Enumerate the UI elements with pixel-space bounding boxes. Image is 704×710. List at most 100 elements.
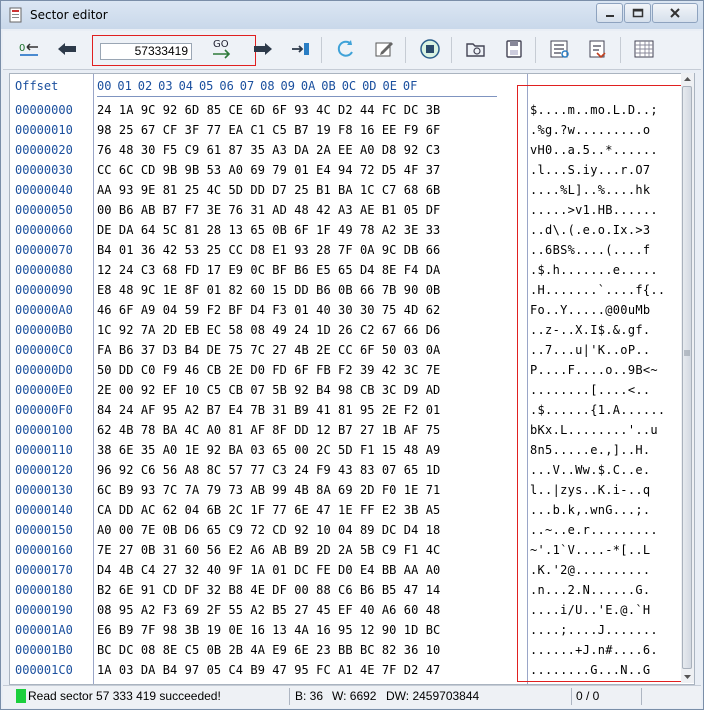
column-header: 0A [300, 79, 316, 93]
scroll-down-button[interactable] [681, 671, 694, 683]
column-header: 0B [321, 79, 336, 93]
column-header: 0C [341, 79, 357, 93]
row-hex-bytes: 98 25 67 CF 3F 77 EA C1 C5 B7 19 F8 16 E… [97, 123, 441, 137]
maximize-icon [632, 8, 643, 18]
status-indicator [16, 689, 26, 703]
folder-open-icon [466, 43, 485, 57]
save-icon [506, 40, 522, 58]
row-offset: 000000F0 [15, 403, 73, 417]
search-document-icon [589, 40, 606, 59]
grid-view-button[interactable] [630, 35, 658, 63]
previous-sector-button[interactable] [53, 35, 81, 63]
search-button[interactable] [585, 35, 613, 63]
stop-button[interactable] [416, 35, 444, 63]
goto-sector-group: 57333419 GO [92, 35, 256, 66]
row-offset: 00000120 [15, 463, 73, 477]
title-bar[interactable]: Sector editor [1, 1, 703, 29]
header-underline [97, 96, 497, 97]
scroll-thumb[interactable] [682, 86, 692, 669]
last-sector-button[interactable] [287, 35, 315, 63]
chevron-down-icon [684, 675, 691, 679]
row-hex-bytes: AA 93 9E 81 25 4C 5D DD D7 25 B1 BA 1C C… [97, 183, 441, 197]
row-offset: 000001C0 [15, 663, 73, 677]
open-file-button[interactable] [462, 35, 490, 63]
status-byte-value: B: 36 [295, 689, 324, 703]
row-offset: 00000090 [15, 283, 73, 297]
goto-offset-button[interactable]: 0 [15, 35, 43, 63]
column-header: 05 [198, 79, 214, 93]
row-hex-bytes: 6C B9 93 7C 7A 79 73 AB 99 4B 8A 69 2D F… [97, 483, 441, 497]
column-header: 0D [362, 79, 377, 93]
svg-text:0: 0 [19, 43, 25, 54]
row-offset: 00000030 [15, 163, 73, 177]
row-offset: 00000170 [15, 563, 73, 577]
offset-header: Offset [15, 79, 59, 93]
row-offset: 000000E0 [15, 383, 73, 397]
row-offset: 00000010 [15, 123, 73, 137]
status-dword-value: DW: 2459703844 [386, 689, 480, 703]
row-hex-bytes: DE DA 64 5C 81 28 13 65 0B 6F 1F 49 78 A… [97, 223, 441, 237]
row-hex-bytes: 00 B6 AB B7 F7 3E 76 31 AD 48 42 A3 AE B… [97, 203, 441, 217]
row-hex-bytes: B4 01 36 42 53 25 CC D8 E1 93 28 7F 0A 9… [97, 243, 441, 257]
maximize-button[interactable] [624, 3, 651, 23]
close-button[interactable] [652, 3, 698, 23]
row-hex-bytes: B2 6E 91 CD DF 32 B8 4E DF 00 88 C6 B6 B… [97, 583, 441, 597]
row-offset: 000000B0 [15, 323, 73, 337]
minimize-button[interactable] [596, 3, 623, 23]
sector-info-button[interactable] [546, 35, 574, 63]
go-button[interactable]: GO [211, 39, 235, 63]
row-hex-bytes: 76 48 30 F5 C9 61 87 35 A3 DA 2A EE A0 D… [97, 143, 441, 157]
row-offset: 00000180 [15, 583, 73, 597]
sector-number-input[interactable]: 57333419 [100, 43, 192, 60]
next-sector-button[interactable] [249, 35, 277, 63]
row-offset: 00000020 [15, 143, 73, 157]
row-hex-bytes: 7E 27 0B 31 60 56 E2 A6 AB B9 2D 2A 5B C… [97, 543, 441, 557]
column-header-row: 00 01 02 03 04 05 06 07 08 09 0A 0B 0C 0D 0E 0F [97, 79, 423, 93]
column-header: 06 [219, 79, 234, 93]
edit-sector-button[interactable] [370, 35, 398, 63]
edit-icon [375, 42, 393, 57]
stop-icon [420, 39, 440, 59]
column-header: 03 [158, 79, 173, 93]
row-offset: 00000050 [15, 203, 73, 217]
window-title: Sector editor [30, 8, 108, 22]
row-offset: 00000000 [15, 103, 73, 117]
refresh-button[interactable] [332, 35, 360, 63]
scroll-up-button[interactable] [681, 73, 694, 85]
column-header: 09 [280, 79, 295, 93]
row-offset: 00000140 [15, 503, 73, 517]
row-offset: 00000130 [15, 483, 73, 497]
skip-to-end-icon [292, 43, 309, 55]
grip-icon [684, 350, 690, 356]
row-hex-bytes: 84 24 AF 95 A2 B7 E4 7B 31 B9 41 81 95 2… [97, 403, 441, 417]
save-button[interactable] [500, 35, 528, 63]
close-icon [670, 8, 680, 18]
chevron-up-icon [684, 77, 691, 81]
sector-editor-app-icon [9, 7, 22, 23]
toolbar: 0 57333419 GO [3, 31, 701, 70]
row-offset: 000000A0 [15, 303, 73, 317]
row-hex-bytes: 62 4B 78 BA 4C A0 81 AF 8F DD 12 B7 27 1… [97, 423, 441, 437]
sector-editor-window: Sector editor 0 57333419 GO Offset 00 01… [0, 0, 704, 710]
row-hex-bytes: 46 6F A9 04 59 F2 BF D4 F3 01 40 30 30 7… [97, 303, 441, 317]
status-position: 0 / 0 [576, 689, 600, 703]
minimize-icon [605, 15, 614, 17]
goto-offset-icon: 0 [19, 43, 38, 56]
row-offset: 000000C0 [15, 343, 73, 357]
row-offset: 00000110 [15, 443, 73, 457]
row-hex-bytes: 1C 92 7A 2D EB EC 58 08 49 24 1D 26 C2 6… [97, 323, 441, 337]
column-header: 07 [239, 79, 255, 93]
vertical-scrollbar[interactable] [681, 73, 694, 683]
hex-view[interactable]: Offset 00 01 02 03 04 05 06 07 08 09 0A 0B 0C 0D 0E 0F … [9, 73, 695, 685]
row-hex-bytes: 24 1A 9C 92 6D 85 CE 6D 6F 93 4C D2 44 F… [97, 103, 441, 117]
row-offset: 00000070 [15, 243, 73, 257]
row-hex-bytes: 12 24 C3 68 FD 17 E9 0C BF B6 E5 65 D4 8… [97, 263, 441, 277]
row-hex-bytes: CC 6C CD 9B 9B 53 A0 69 79 01 E4 94 72 D… [97, 163, 441, 177]
column-header: 0F [402, 79, 418, 93]
row-offset: 00000080 [15, 263, 73, 277]
arrow-left-icon [58, 43, 76, 55]
status-message: Read sector 57 333 419 succeeded! [28, 689, 221, 703]
refresh-icon [337, 40, 353, 57]
offset-column-separator [93, 74, 94, 684]
row-hex-bytes: BC DC 08 8E C5 0B 2B 4A E9 6E 23 BB BC 8… [97, 643, 441, 657]
